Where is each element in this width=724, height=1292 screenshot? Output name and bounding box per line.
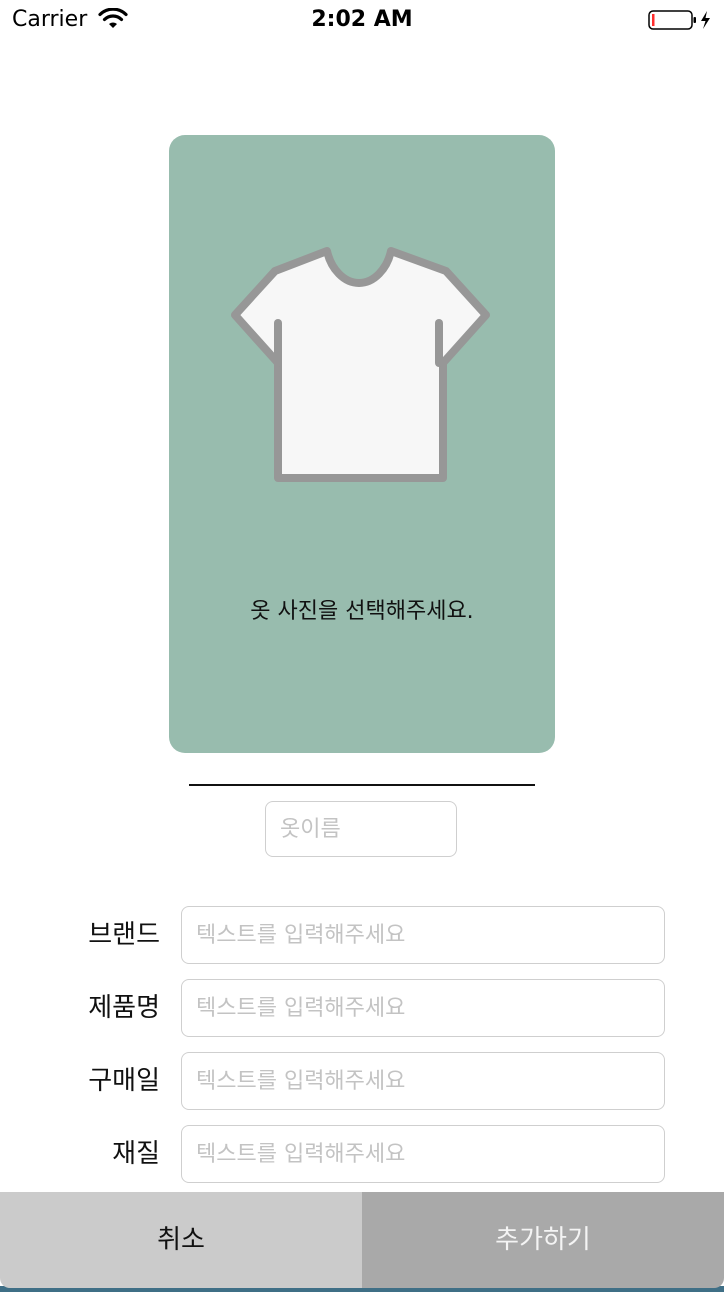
battery-icon — [648, 10, 710, 30]
material-input[interactable] — [181, 1125, 665, 1183]
form-row-brand: 브랜드 — [0, 906, 724, 964]
clothing-name-input[interactable] — [265, 801, 457, 857]
brand-label: 브랜드 — [88, 920, 160, 950]
purchase-date-input[interactable] — [181, 1052, 665, 1110]
purchase-date-label: 구매일 — [88, 1066, 160, 1096]
form-row-material: 재질 — [0, 1125, 724, 1183]
divider — [189, 784, 535, 786]
form-row-product-name: 제품명 — [0, 979, 724, 1037]
charging-bolt-icon — [701, 11, 710, 29]
add-button[interactable]: 추가하기 — [362, 1192, 724, 1288]
bottom-action-bar: 취소 추가하기 — [0, 1192, 724, 1292]
photo-prompt-text: 옷 사진을 선택해주세요. — [250, 599, 474, 624]
form-row-purchase-date: 구매일 — [0, 1052, 724, 1110]
status-time: 2:02 AM — [311, 7, 413, 32]
tshirt-icon — [231, 247, 490, 482]
cancel-button[interactable]: 취소 — [0, 1192, 362, 1288]
status-bar: Carrier 2:02 AM — [0, 0, 724, 40]
product-name-label: 제품명 — [88, 993, 160, 1023]
brand-input[interactable] — [181, 906, 665, 964]
product-name-input[interactable] — [181, 979, 665, 1037]
material-label: 재질 — [112, 1139, 160, 1169]
photo-picker-card[interactable]: 옷 사진을 선택해주세요. — [169, 135, 555, 753]
